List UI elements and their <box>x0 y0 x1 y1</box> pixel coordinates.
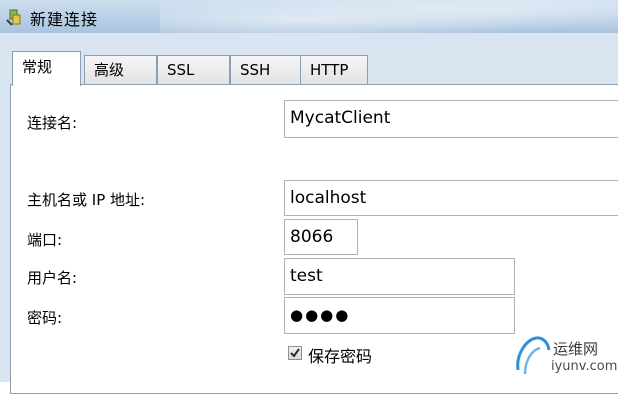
save-password-label[interactable]: 保存密码 <box>308 343 372 367</box>
tab-label: 常规 <box>22 58 53 76</box>
title-bar: 新建连接 <box>0 0 618 33</box>
tab-advanced[interactable]: 高级 <box>84 55 157 84</box>
connection-name-input[interactable]: MycatClient <box>284 100 618 138</box>
watermark: 运维网 iyunv.com <box>512 330 618 382</box>
connection-name-label: 连接名: <box>27 114 78 132</box>
tab-http[interactable]: HTTP <box>300 55 368 84</box>
tab-general[interactable]: 常规 <box>12 51 81 86</box>
username-label: 用户名: <box>27 269 78 287</box>
tab-ssl[interactable]: SSL <box>157 55 230 84</box>
title-bar-glass <box>160 0 618 33</box>
tab-label: SSH <box>240 61 271 79</box>
port-input[interactable]: 8066 <box>284 219 358 255</box>
username-input[interactable]: test <box>284 258 515 295</box>
watermark-logo-icon <box>516 336 551 375</box>
app-icon <box>6 9 21 26</box>
password-input[interactable]: ●●●● <box>284 297 515 334</box>
tab-label: HTTP <box>310 61 349 79</box>
tab-ssh[interactable]: SSH <box>230 55 302 84</box>
watermark-url: iyunv.com <box>551 359 618 374</box>
host-input[interactable]: localhost <box>284 180 618 216</box>
watermark-name: 运维网 <box>553 340 599 358</box>
checkmark-icon <box>290 348 300 358</box>
tab-label: SSL <box>167 61 195 79</box>
password-label: 密码: <box>27 309 63 327</box>
tab-label: 高级 <box>94 61 125 79</box>
window-title: 新建连接 <box>30 10 99 29</box>
save-password-checkbox[interactable] <box>288 346 302 360</box>
host-label: 主机名或 IP 地址: <box>27 191 146 209</box>
port-label: 端口: <box>27 231 63 249</box>
